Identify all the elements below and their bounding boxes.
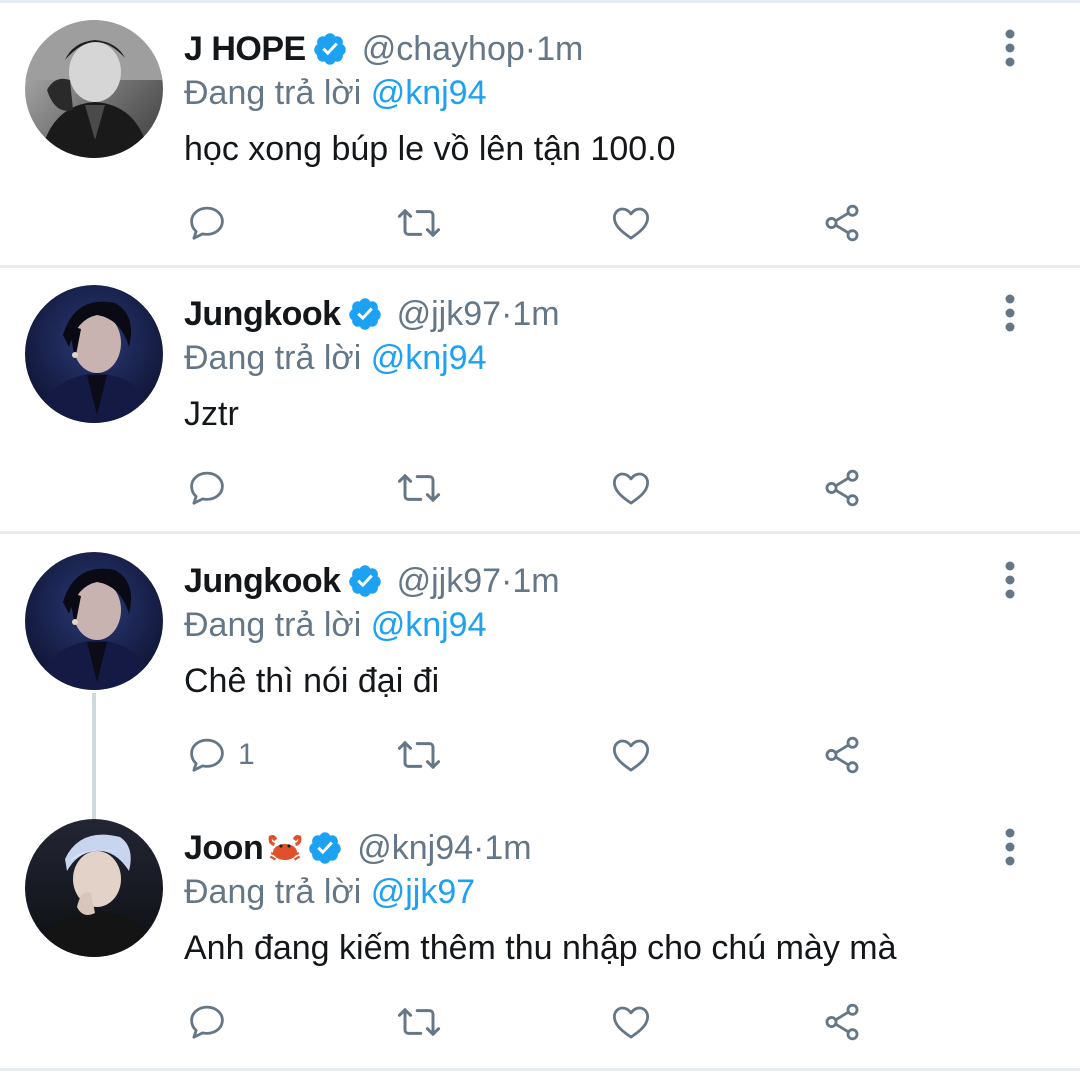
handle[interactable]: @jjk97 (397, 290, 501, 338)
action-bar: 1 (184, 731, 884, 779)
retweet-button[interactable] (396, 464, 442, 512)
like-button[interactable] (609, 199, 653, 247)
share-icon (825, 469, 859, 507)
tweet-feed: J HOPE @chayhop · 1m Đang trả lời @knj94… (0, 0, 1080, 1090)
mention-link[interactable]: @knj94 (371, 606, 487, 644)
more-vertical-icon (1005, 561, 1015, 599)
replying-to: Đang trả lời @knj94 (184, 69, 487, 117)
replying-to-label: Đang trả lời (184, 74, 371, 112)
avatar[interactable] (25, 819, 163, 957)
tweet-header: Jungkook @jjk97 · 1m (184, 290, 560, 338)
display-name[interactable]: Jungkook (184, 557, 341, 605)
more-options-button[interactable] (995, 557, 1025, 603)
more-options-button[interactable] (995, 290, 1025, 336)
reply-bubble-icon (190, 471, 224, 505)
share-button[interactable] (820, 731, 864, 779)
timestamp[interactable]: 1m (512, 290, 559, 338)
mention-link[interactable]: @jjk97 (371, 873, 475, 911)
retweet-icon (397, 1008, 441, 1036)
timestamp[interactable]: 1m (512, 557, 559, 605)
like-button[interactable] (609, 998, 653, 1046)
replying-to-label: Đang trả lời (184, 606, 371, 644)
display-name[interactable]: Jungkook (184, 290, 341, 338)
replying-to: Đang trả lời @jjk97 (184, 868, 475, 916)
reply-button[interactable]: 1 (186, 731, 255, 779)
share-icon (825, 204, 859, 242)
reply-count: 1 (238, 738, 255, 771)
tweet-card[interactable]: Joon @knj94 · 1m Đang trả lời @jjk97 Anh… (0, 802, 1080, 1068)
replying-to: Đang trả lời @knj94 (184, 334, 487, 382)
like-button[interactable] (609, 731, 653, 779)
verified-badge-icon (347, 296, 383, 332)
share-button[interactable] (820, 199, 864, 247)
reply-bubble-icon (190, 738, 224, 772)
heart-icon (612, 472, 650, 505)
replying-to-label: Đang trả lời (184, 339, 371, 377)
tweet-text: Chê thì nói đại đi (184, 662, 440, 700)
verified-badge-icon (312, 31, 348, 67)
retweet-button[interactable] (396, 731, 442, 779)
share-button[interactable] (820, 464, 864, 512)
more-options-button[interactable] (995, 824, 1025, 870)
heart-icon (612, 1006, 650, 1039)
mention-link[interactable]: @knj94 (371, 339, 487, 377)
avatar[interactable] (25, 285, 163, 423)
more-vertical-icon (1005, 29, 1015, 67)
tweet-text: Anh đang kiếm thêm thu nhập cho chú mày … (184, 929, 897, 967)
avatar[interactable] (25, 20, 163, 158)
tweet-header: J HOPE @chayhop · 1m (184, 25, 583, 73)
meta-separator: · (501, 562, 513, 600)
action-bar (184, 199, 884, 247)
tweet-header: Joon @knj94 · 1m (184, 824, 532, 872)
like-button[interactable] (609, 464, 653, 512)
retweet-icon (397, 209, 441, 237)
share-button[interactable] (820, 998, 864, 1046)
reply-button[interactable] (186, 464, 238, 512)
heart-icon (612, 207, 650, 240)
tweet-text: học xong búp le vồ lên tận 100.0 (184, 130, 676, 168)
more-options-button[interactable] (995, 25, 1025, 71)
tweet-header: Jungkook @jjk97 · 1m (184, 557, 560, 605)
retweet-icon (397, 741, 441, 769)
timestamp[interactable]: 1m (536, 25, 583, 73)
tweet-card[interactable]: Jungkook @jjk97 · 1m Đang trả lời @knj94… (0, 268, 1080, 530)
tweet-divider (0, 531, 1080, 534)
tweet-text: Jztr (184, 395, 239, 433)
retweet-icon (397, 474, 441, 502)
share-icon (825, 736, 859, 774)
display-name[interactable]: J HOPE (184, 25, 306, 73)
replying-to: Đang trả lời @knj94 (184, 601, 487, 649)
handle[interactable]: @chayhop (362, 25, 525, 73)
action-bar (184, 464, 884, 512)
heart-icon (612, 739, 650, 772)
share-icon (825, 1003, 859, 1041)
tweet-divider (0, 1068, 1080, 1071)
avatar[interactable] (25, 552, 163, 690)
timestamp[interactable]: 1m (484, 824, 531, 872)
meta-separator: · (524, 30, 537, 68)
meta-separator: · (473, 829, 485, 867)
reply-bubble-icon (190, 206, 224, 240)
more-vertical-icon (1005, 828, 1015, 866)
retweet-button[interactable] (396, 998, 442, 1046)
meta-separator: · (501, 295, 513, 333)
verified-badge-icon (307, 830, 343, 866)
handle[interactable]: @jjk97 (397, 557, 501, 605)
more-vertical-icon (1005, 294, 1015, 332)
tweet-card[interactable]: J HOPE @chayhop · 1m Đang trả lời @knj94… (0, 3, 1080, 265)
action-bar (184, 998, 884, 1046)
mention-link[interactable]: @knj94 (371, 74, 487, 112)
reply-bubble-icon (190, 1005, 224, 1039)
display-name[interactable]: Joon (184, 824, 264, 872)
reply-button[interactable] (186, 998, 238, 1046)
handle[interactable]: @knj94 (357, 824, 473, 872)
crab-emoji-icon (265, 830, 305, 866)
tweet-card[interactable]: Jungkook @jjk97 · 1m Đang trả lời @knj94… (0, 535, 1080, 800)
verified-badge-icon (347, 563, 383, 599)
retweet-button[interactable] (396, 199, 442, 247)
replying-to-label: Đang trả lời (184, 873, 371, 911)
reply-button[interactable] (186, 199, 238, 247)
